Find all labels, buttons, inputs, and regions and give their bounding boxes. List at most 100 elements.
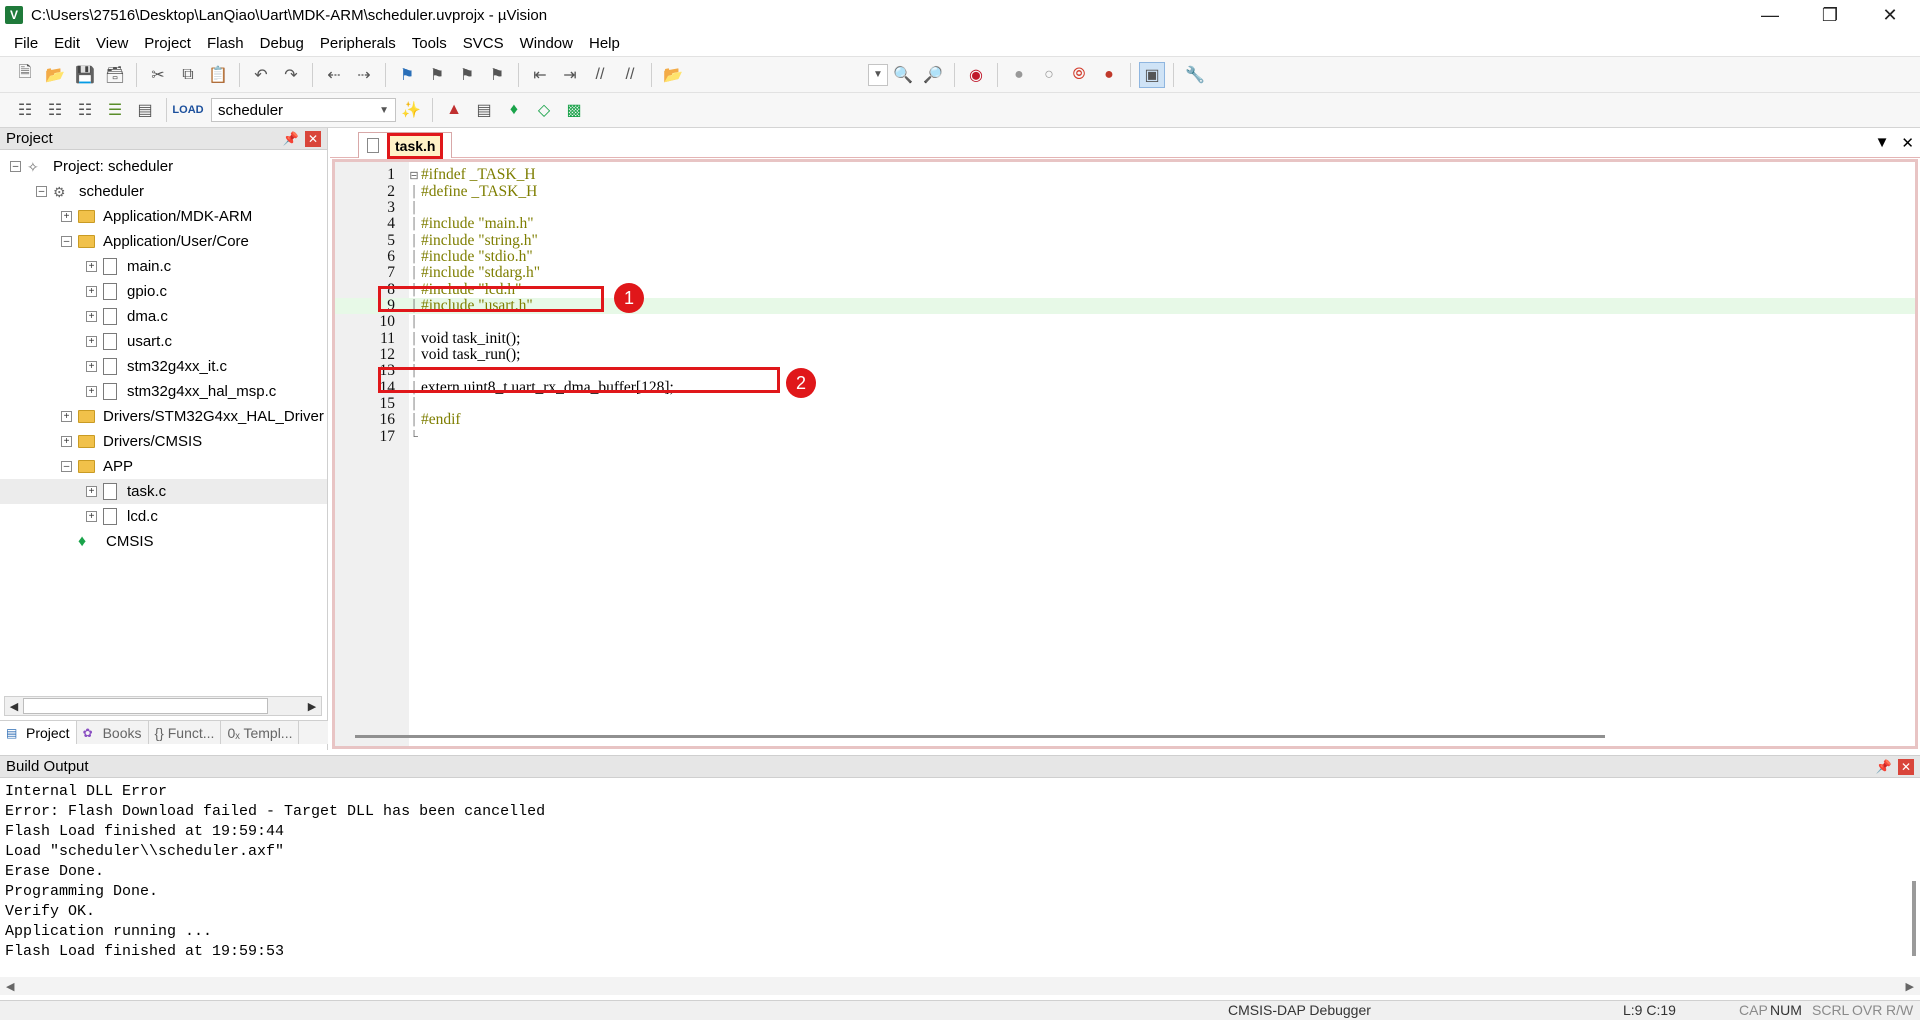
- copy-icon[interactable]: ⧉: [175, 62, 201, 88]
- expand-icon[interactable]: +: [86, 336, 97, 347]
- configure-icon[interactable]: 🔧: [1182, 62, 1208, 88]
- find-dropdown-icon[interactable]: ▼: [868, 63, 888, 86]
- build-icon[interactable]: ☷: [42, 97, 68, 123]
- target-options-icon[interactable]: ✨: [398, 97, 424, 123]
- enable-breakpoint-icon[interactable]: ○: [1036, 62, 1062, 88]
- tree-item-file[interactable]: + lcd.c: [0, 504, 327, 529]
- menu-help[interactable]: Help: [581, 35, 628, 52]
- tree-item-file[interactable]: + usart.c: [0, 329, 327, 354]
- indent-icon[interactable]: ⇤: [527, 62, 553, 88]
- paste-icon[interactable]: 📋: [205, 62, 231, 88]
- bookmark-next-icon[interactable]: ⚑: [454, 62, 480, 88]
- code-line[interactable]: 15 │: [335, 395, 1915, 412]
- close-button[interactable]: ✕: [1860, 0, 1920, 30]
- load-download-icon[interactable]: LOAD: [172, 97, 203, 123]
- save-icon[interactable]: 💾: [72, 62, 98, 88]
- tree-item-project[interactable]: – ✧ Project: scheduler: [0, 154, 327, 179]
- expand-icon[interactable]: +: [86, 511, 97, 522]
- rebuild-icon[interactable]: ☷: [72, 97, 98, 123]
- code-line[interactable]: 17 └: [335, 428, 1915, 445]
- menu-project[interactable]: Project: [136, 35, 199, 52]
- tree-item-file[interactable]: + stm32g4xx_it.c: [0, 354, 327, 379]
- tab-templates[interactable]: 0ₓ Templ...: [221, 721, 300, 744]
- scroll-right-icon[interactable]: ▶: [303, 700, 321, 713]
- start-debug-icon[interactable]: ◉: [963, 62, 989, 88]
- manage-project-items-icon[interactable]: ▲: [441, 97, 467, 123]
- menu-view[interactable]: View: [88, 35, 136, 52]
- collapse-icon[interactable]: –: [10, 161, 21, 172]
- tree-item-group[interactable]: + Application/MDK-ARM: [0, 204, 327, 229]
- code-line[interactable]: 1 ⊟ #ifndef _TASK_H: [335, 166, 1915, 183]
- tree-item-group[interactable]: – APP: [0, 454, 327, 479]
- restore-button[interactable]: ❐: [1800, 0, 1860, 30]
- find-in-files-icon[interactable]: 📂: [660, 62, 686, 88]
- menu-edit[interactable]: Edit: [46, 35, 88, 52]
- editor-horizontal-scrollbar[interactable]: [355, 735, 1605, 738]
- tree-item-group[interactable]: + Drivers/STM32G4xx_HAL_Driver: [0, 404, 327, 429]
- code-line[interactable]: 5 │ #include "string.h": [335, 232, 1915, 249]
- tree-item-component[interactable]: ♦ CMSIS: [0, 529, 327, 554]
- tree-item-file[interactable]: + main.c: [0, 254, 327, 279]
- tab-task-h[interactable]: task.h: [358, 132, 453, 159]
- expand-icon[interactable]: +: [86, 486, 97, 497]
- window-layout-icon[interactable]: ▣: [1139, 61, 1165, 88]
- kill-breakpoints-icon[interactable]: ●: [1096, 62, 1122, 88]
- expand-icon[interactable]: +: [86, 261, 97, 272]
- expand-icon[interactable]: +: [61, 436, 72, 447]
- scrollbar-thumb[interactable]: [23, 698, 268, 714]
- code-line[interactable]: 10 │: [335, 313, 1915, 330]
- collapse-icon[interactable]: –: [61, 461, 72, 472]
- stop-build-icon[interactable]: ▤: [132, 97, 158, 123]
- uncomment-icon[interactable]: //: [617, 62, 643, 88]
- menu-debug[interactable]: Debug: [252, 35, 312, 52]
- disable-breakpoints-icon[interactable]: ⦾: [1066, 62, 1092, 88]
- code-line[interactable]: 2 │ #define _TASK_H: [335, 183, 1915, 200]
- navigate-back-icon[interactable]: ⇠: [321, 62, 347, 88]
- code-line[interactable]: 3 │: [335, 199, 1915, 216]
- code-line[interactable]: 6 │ #include "stdio.h": [335, 248, 1915, 265]
- bookmark-icon[interactable]: ⚑: [394, 62, 420, 88]
- select-software-packs-icon[interactable]: ◇: [531, 97, 557, 123]
- code-editor[interactable]: 1 ⊟ #ifndef _TASK_H 2 │ #define _TASK_H …: [332, 159, 1918, 749]
- tree-item-group[interactable]: + Drivers/CMSIS: [0, 429, 327, 454]
- open-folder-icon[interactable]: 📂: [42, 62, 68, 88]
- build-output-horizontal-scrollbar[interactable]: ◀ ▶: [0, 977, 1920, 995]
- scroll-right-icon[interactable]: ▶: [1906, 980, 1914, 993]
- expand-icon[interactable]: +: [61, 411, 72, 422]
- unindent-icon[interactable]: ⇥: [557, 62, 583, 88]
- comment-icon[interactable]: //: [587, 62, 613, 88]
- scroll-left-icon[interactable]: ◀: [5, 700, 23, 713]
- code-line[interactable]: 12 │ void task_run();: [335, 346, 1915, 363]
- incremental-find-icon[interactable]: 🔎: [920, 62, 946, 88]
- code-line[interactable]: 16 │ #endif: [335, 411, 1915, 428]
- collapse-icon[interactable]: –: [61, 236, 72, 247]
- project-horizontal-scrollbar[interactable]: ◀ ▶: [4, 696, 322, 716]
- save-all-icon[interactable]: 🗃: [102, 62, 128, 88]
- pin-icon[interactable]: 📌: [283, 131, 299, 147]
- pack-installer-icon[interactable]: ▩: [561, 97, 587, 123]
- tab-project[interactable]: ▤ Project: [0, 721, 77, 744]
- expand-icon[interactable]: +: [86, 311, 97, 322]
- menu-window[interactable]: Window: [512, 35, 581, 52]
- menu-tools[interactable]: Tools: [404, 35, 455, 52]
- tree-item-group[interactable]: – Application/User/Core: [0, 229, 327, 254]
- redo-icon[interactable]: ↷: [278, 62, 304, 88]
- tree-item-file[interactable]: + gpio.c: [0, 279, 327, 304]
- insert-breakpoint-icon[interactable]: ●: [1006, 62, 1032, 88]
- tab-list-dropdown-icon[interactable]: ▼: [1875, 134, 1890, 152]
- translate-icon[interactable]: ☷: [12, 97, 38, 123]
- menu-file[interactable]: File: [6, 35, 46, 52]
- target-select[interactable]: scheduler ▼: [211, 98, 396, 122]
- tab-books[interactable]: ✿ Books: [77, 721, 149, 744]
- code-line[interactable]: 7 │ #include "stdarg.h": [335, 264, 1915, 281]
- close-panel-icon[interactable]: ✕: [1898, 758, 1914, 775]
- menu-flash[interactable]: Flash: [199, 35, 252, 52]
- navigate-forward-icon[interactable]: ⇢: [351, 62, 377, 88]
- expand-icon[interactable]: +: [86, 386, 97, 397]
- tree-item-file[interactable]: + task.c: [0, 479, 327, 504]
- build-output-text[interactable]: Internal DLL Error Error: Flash Download…: [0, 778, 1920, 966]
- undo-icon[interactable]: ↶: [248, 62, 274, 88]
- collapse-icon[interactable]: –: [36, 186, 47, 197]
- menu-peripherals[interactable]: Peripherals: [312, 35, 404, 52]
- bookmark-prev-icon[interactable]: ⚑: [424, 62, 450, 88]
